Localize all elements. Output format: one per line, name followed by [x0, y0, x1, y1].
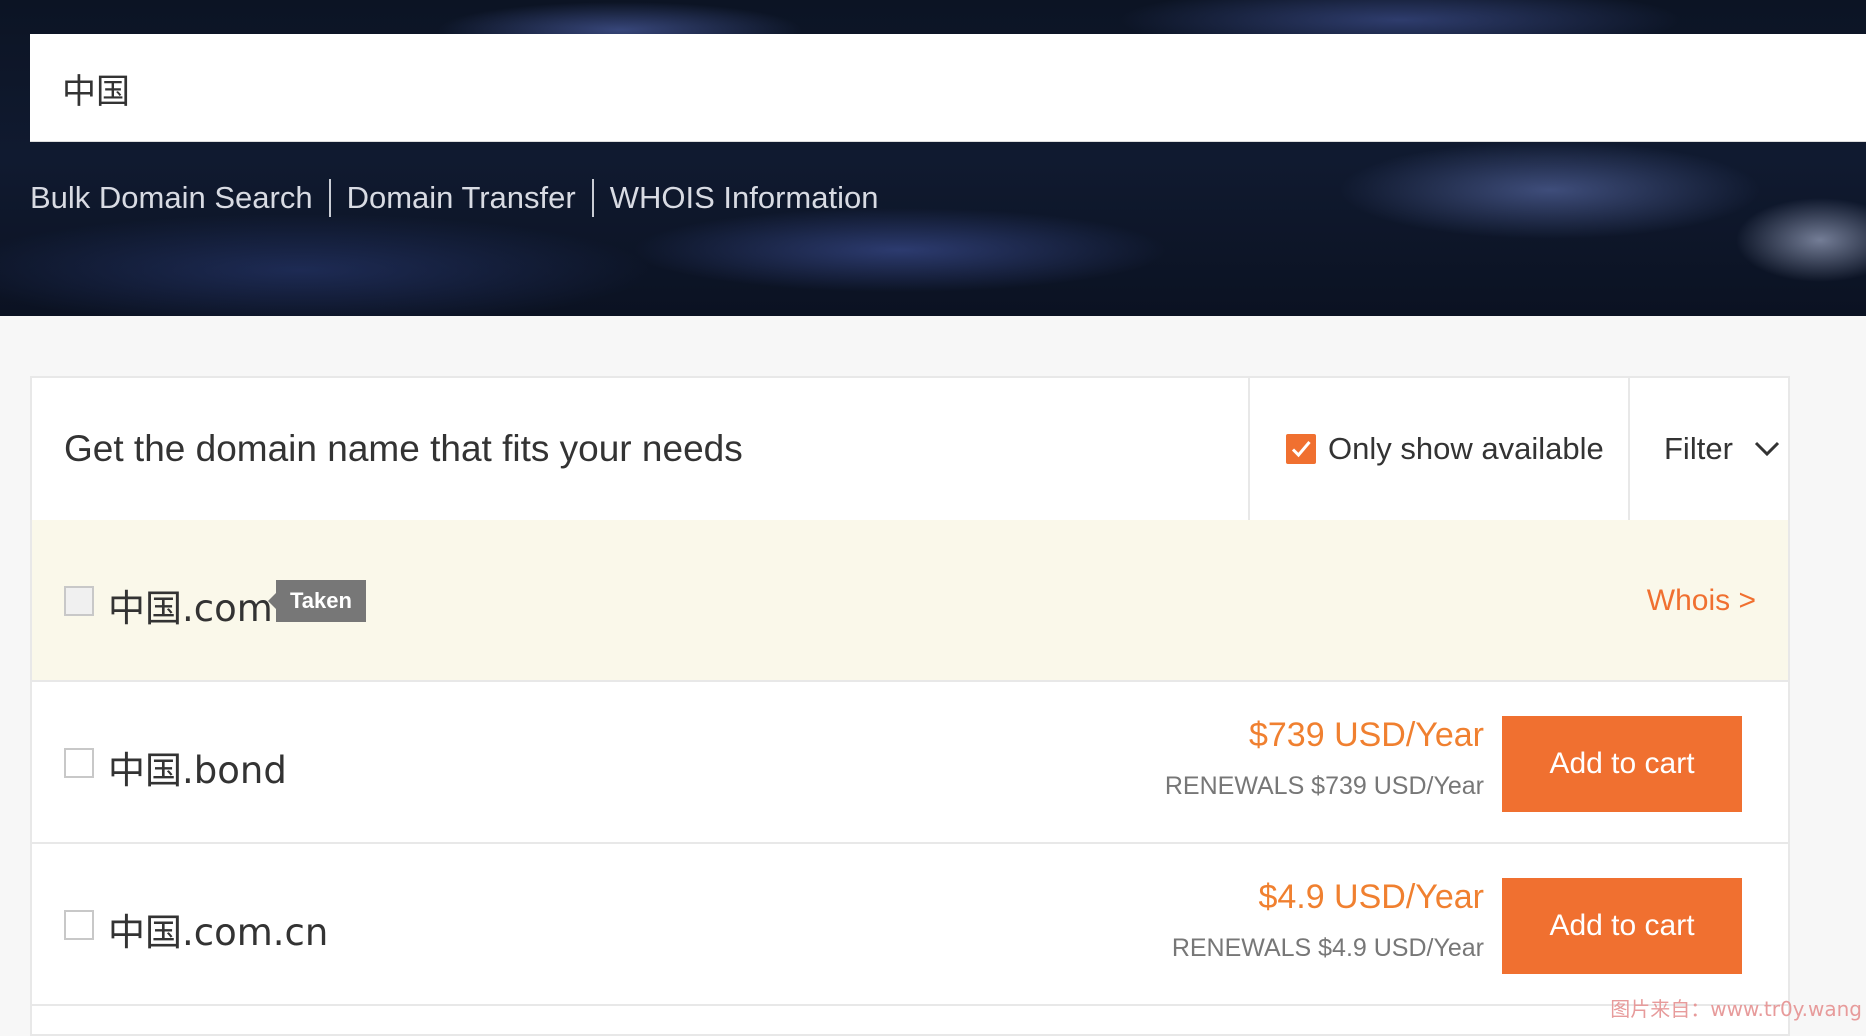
price: $4.9 USD/Year	[1258, 878, 1484, 916]
search-input[interactable]	[62, 34, 1762, 142]
domain-name: 中国.bond	[108, 749, 287, 792]
results-panel: Get the domain name that fits your needs…	[30, 376, 1790, 1036]
filter-label: Filter	[1664, 431, 1733, 466]
bulk-domain-search-link[interactable]: Bulk Domain Search	[30, 180, 313, 216]
row-checkbox[interactable]	[64, 748, 94, 778]
row-checkbox[interactable]	[64, 586, 94, 616]
renewal-price: RENEWALS $4.9 USD/Year	[1171, 934, 1484, 962]
domain-name: 中国.com	[108, 587, 273, 630]
domain-row-taken: 中国.com Taken Whois >	[32, 520, 1788, 682]
add-to-cart-button[interactable]: Add to cart	[1502, 878, 1742, 974]
header-divider	[1248, 378, 1250, 520]
checkbox-checked-icon[interactable]	[1286, 434, 1316, 464]
header-divider	[1628, 378, 1630, 520]
filter-dropdown[interactable]: Filter	[1664, 378, 1781, 520]
link-divider	[591, 179, 594, 217]
chevron-down-icon	[1754, 441, 1779, 457]
renewal-price: RENEWALS $739 USD/Year	[1164, 772, 1484, 800]
only-show-available-toggle[interactable]: Only show available	[1286, 378, 1604, 520]
domain-transfer-link[interactable]: Domain Transfer	[347, 180, 576, 216]
panel-title: Get the domain name that fits your needs	[64, 428, 743, 469]
link-divider	[328, 179, 331, 217]
hero-banner: Bulk Domain Search Domain Transfer WHOIS…	[0, 0, 1866, 316]
panel-header: Get the domain name that fits your needs…	[32, 378, 1788, 522]
domain-name: 中国.com.cn	[108, 911, 329, 954]
taken-badge: Taken	[268, 580, 366, 622]
add-to-cart-button[interactable]: Add to cart	[1502, 716, 1742, 812]
row-checkbox[interactable]	[64, 910, 94, 940]
price: $739 USD/Year	[1248, 716, 1484, 754]
only-show-available-label: Only show available	[1328, 431, 1604, 466]
search-box[interactable]	[30, 34, 1866, 142]
whois-information-link[interactable]: WHOIS Information	[610, 180, 879, 216]
watermark: 图片来自：www.tr0y.wang	[1610, 997, 1862, 1021]
quick-links: Bulk Domain Search Domain Transfer WHOIS…	[30, 178, 878, 218]
domain-row: 中国.com.cn $4.9 USD/Year RENEWALS $4.9 US…	[32, 844, 1788, 1006]
domain-row: 中国.bond $739 USD/Year RENEWALS $739 USD/…	[32, 682, 1788, 844]
whois-link[interactable]: Whois >	[1647, 584, 1756, 618]
